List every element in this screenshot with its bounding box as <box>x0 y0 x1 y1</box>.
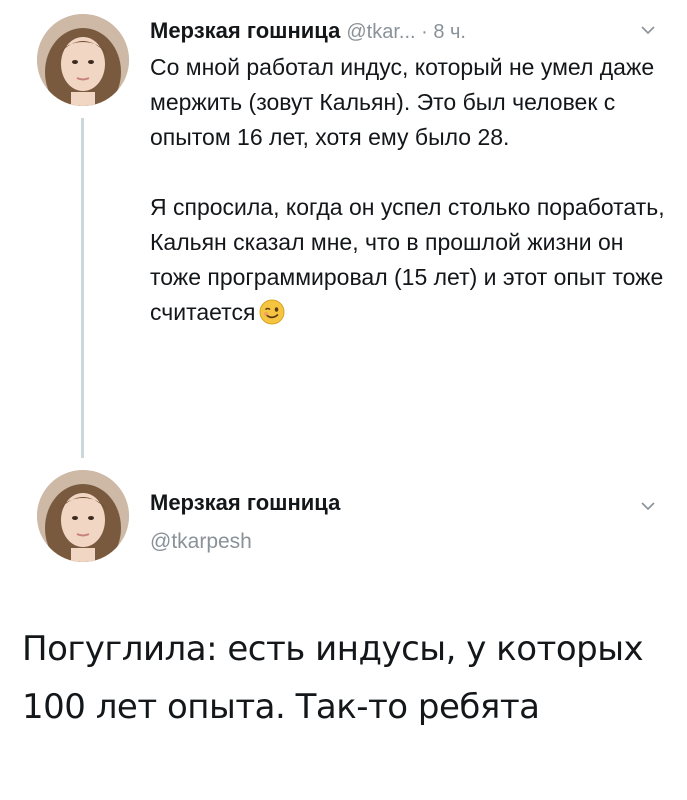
handle-and-time[interactable]: @tkar... · 8 ч. <box>346 21 466 43</box>
tweet-text: Со мной работал индус, который не умел д… <box>150 50 670 330</box>
avatar-photo <box>37 14 129 106</box>
chevron-down-icon[interactable] <box>640 22 656 38</box>
tweet-text-paragraph: Я спросила, когда он успел столько пораб… <box>150 190 670 330</box>
tweet-text-paragraph: Со мной работал индус, который не умел д… <box>150 54 655 150</box>
author-name[interactable]: Мерзкая гошница <box>150 18 340 43</box>
winking-face-emoji-icon <box>259 299 285 325</box>
avatar[interactable] <box>37 470 129 562</box>
reply-text: Погуглила: есть индусы, у которых 100 ле… <box>22 629 644 727</box>
tweet-text-line: Я спросила, когда он успел столько пораб… <box>150 194 665 325</box>
reply-tweet[interactable]: Мерзкая гошница @tkarpesh Погуглила: ест… <box>0 470 687 800</box>
avatar[interactable] <box>37 14 129 106</box>
chevron-down-icon[interactable] <box>640 498 656 514</box>
avatar-photo <box>37 470 129 562</box>
tweet-header: Мерзкая гошница @tkar... · 8 ч. <box>150 18 670 48</box>
author-name[interactable]: Мерзкая гошница <box>150 490 340 516</box>
author-handle[interactable]: @tkarpesh <box>150 530 252 554</box>
thread-line <box>81 118 84 458</box>
tweet[interactable]: Мерзкая гошница @tkar... · 8 ч. Со мной р… <box>0 0 687 470</box>
